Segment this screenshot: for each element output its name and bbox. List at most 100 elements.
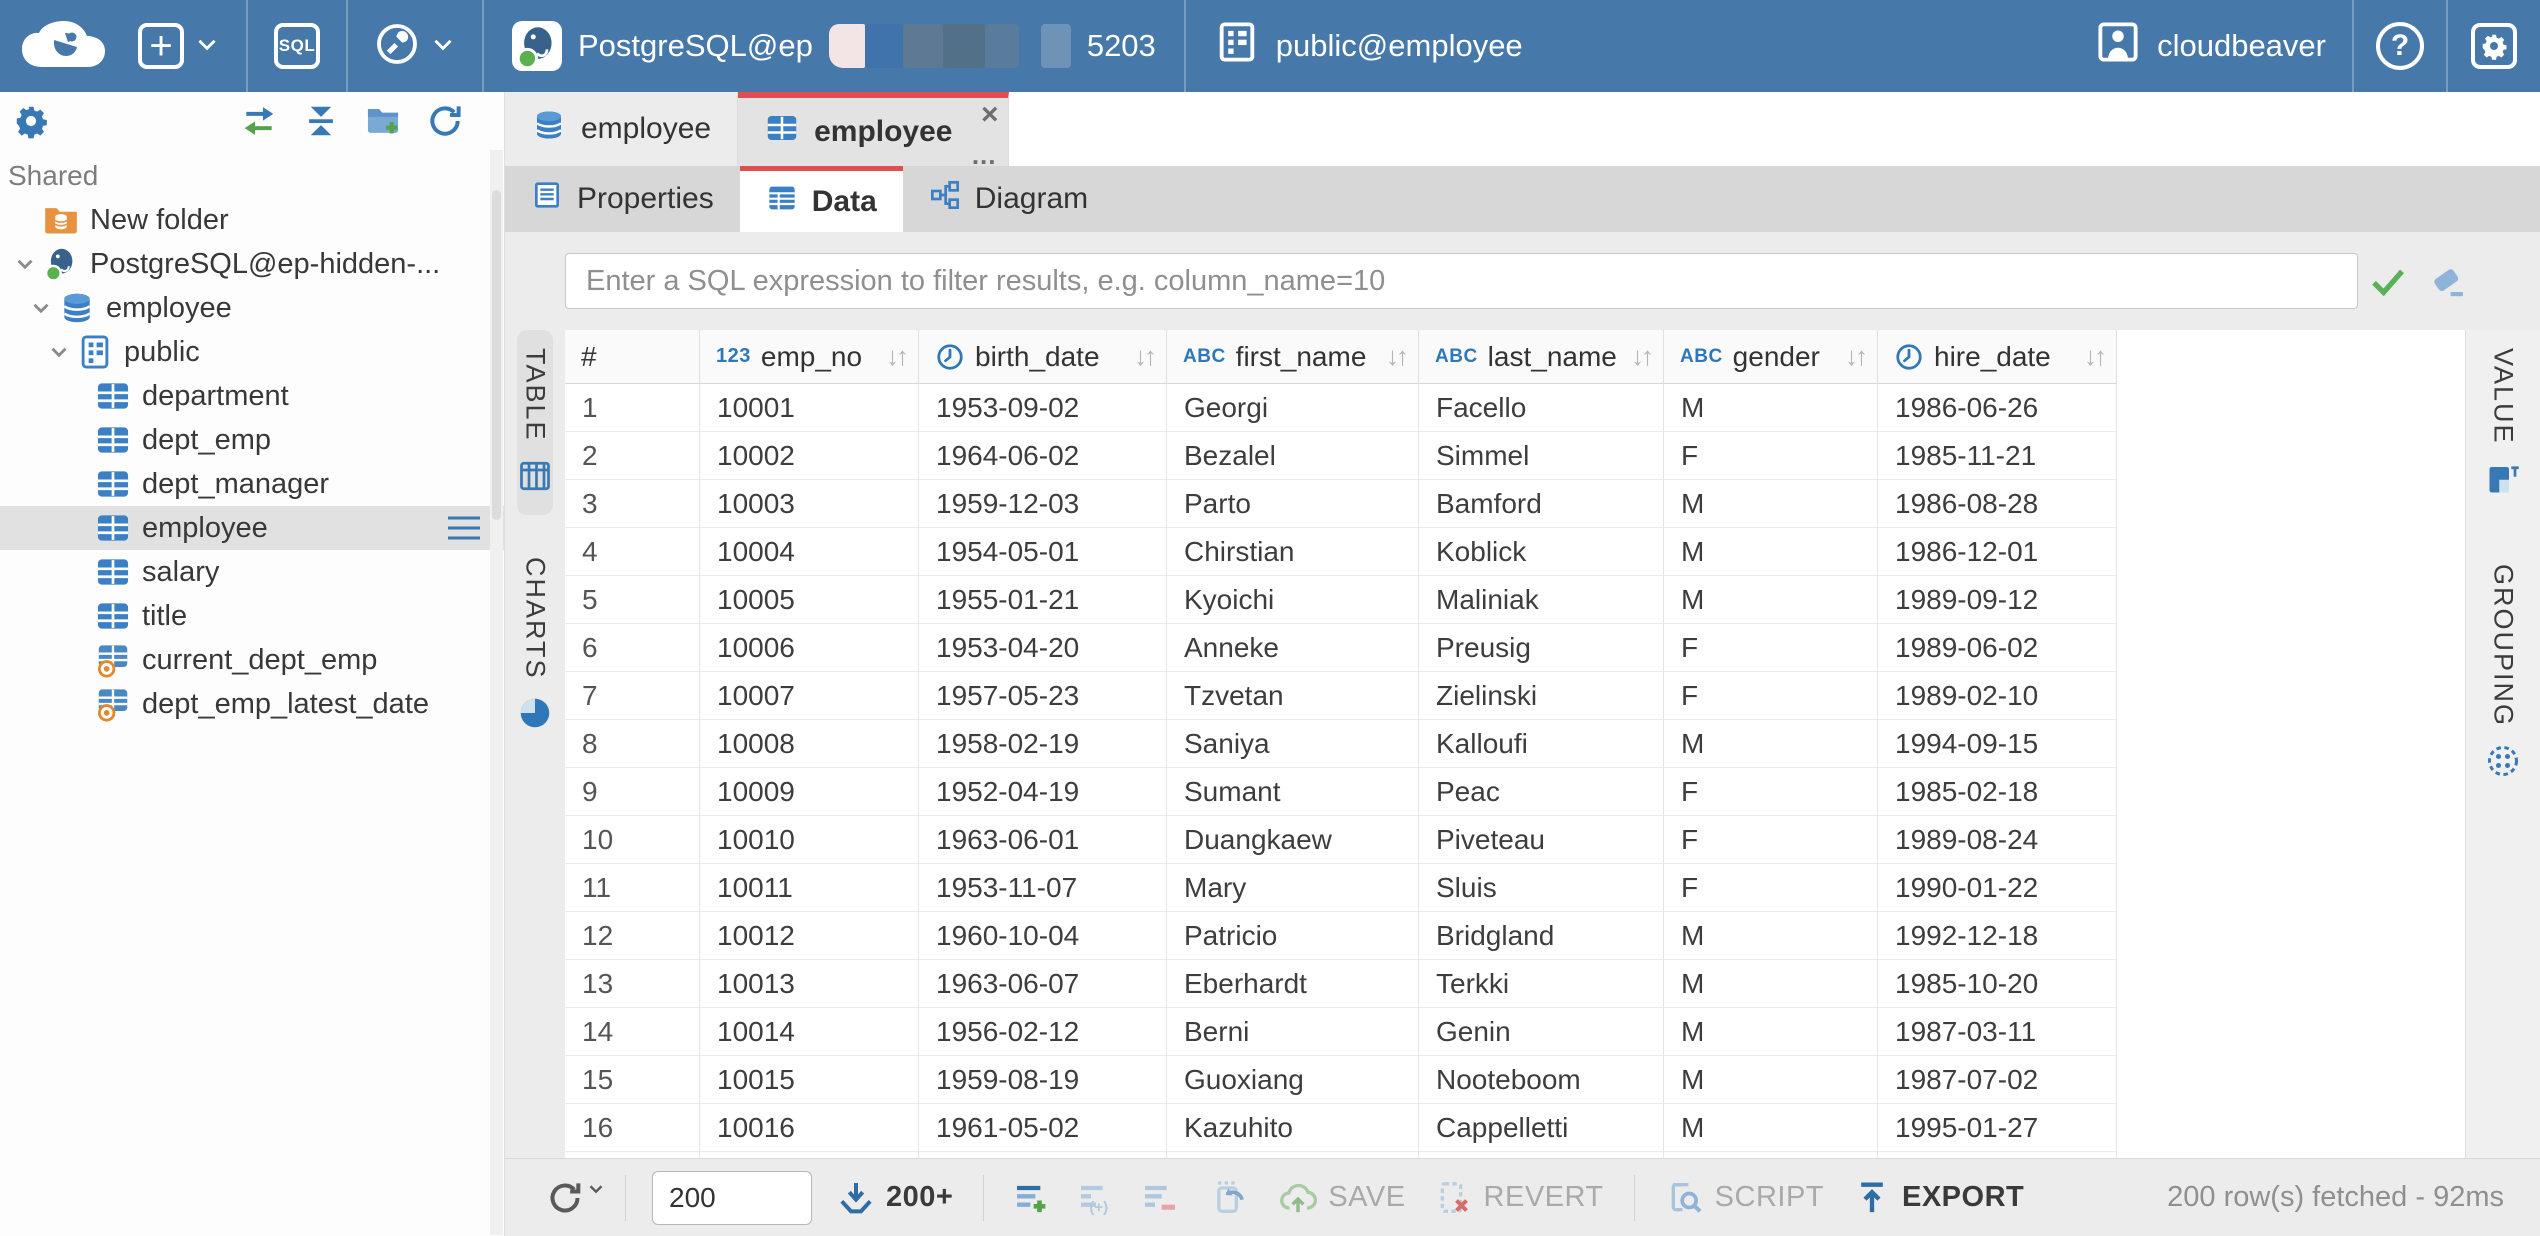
row-number-cell[interactable]: 16 [565,1104,700,1152]
refresh-icon[interactable] [426,102,464,140]
chevron-down-icon[interactable] [24,291,58,325]
data-cell[interactable]: 10001 [700,384,919,432]
row-number-cell[interactable]: 8 [565,720,700,768]
data-cell[interactable]: 1987-07-02 [1878,1056,2117,1104]
delete-row-icon[interactable] [1140,1178,1180,1218]
data-cell[interactable]: Georgi [1167,384,1419,432]
data-cell[interactable]: 1987-03-11 [1878,1008,2117,1056]
data-cell[interactable]: Piveteau [1419,816,1664,864]
data-cell[interactable]: Simmel [1419,432,1664,480]
data-cell[interactable]: Peac [1419,768,1664,816]
data-cell[interactable]: Bamford [1419,480,1664,528]
tab-charts-presentation[interactable]: CHARTS [517,539,553,753]
table-row[interactable]: 1100011953-09-02GeorgiFacelloM1986-06-26 [565,384,2465,432]
tab-diagram[interactable]: Diagram [903,166,1114,232]
tab-table-presentation[interactable]: TABLE [517,330,553,515]
data-cell[interactable]: 1989-02-10 [1878,672,2117,720]
data-cell[interactable]: 1989-09-12 [1878,576,2117,624]
table-row[interactable]: 15100151959-08-19GuoxiangNooteboomM1987-… [565,1056,2465,1104]
tab-employee-database[interactable]: employee [505,92,738,166]
collapse-all-icon[interactable] [302,102,340,140]
data-cell[interactable]: Kalloufi [1419,720,1664,768]
data-cell[interactable]: 1985-11-21 [1878,432,2117,480]
data-cell[interactable]: Zielinski [1419,672,1664,720]
data-cell[interactable]: 10002 [700,432,919,480]
data-cell[interactable]: 10007 [700,672,919,720]
data-cell[interactable]: M [1664,960,1878,1008]
rollback-changes-icon[interactable] [1208,1178,1248,1218]
table-row[interactable]: 12100121960-10-04PatricioBridglandM1992-… [565,912,2465,960]
data-cell[interactable]: Chirstian [1167,528,1419,576]
table-row[interactable]: 14100141956-02-12BerniGeninM1987-03-11 [565,1008,2465,1056]
data-cell[interactable]: M [1664,720,1878,768]
data-cell[interactable]: 10016 [700,1104,919,1152]
row-number-cell[interactable]: 5 [565,576,700,624]
help-button[interactable]: ? [2354,0,2446,92]
data-cell[interactable]: Bridgland [1419,912,1664,960]
row-number-cell[interactable]: 14 [565,1008,700,1056]
data-cell[interactable]: F [1664,864,1878,912]
data-cell[interactable]: 1957-05-23 [919,672,1167,720]
tree-item[interactable]: employee [0,286,504,330]
data-cell[interactable]: 1985-02-18 [1878,768,2117,816]
data-cell[interactable]: M [1664,1056,1878,1104]
fetch-more-button[interactable]: 200+ [836,1178,953,1218]
close-icon[interactable]: × [981,100,999,130]
data-cell[interactable]: Nooteboom [1419,1056,1664,1104]
data-cell[interactable]: 10015 [700,1056,919,1104]
sidebar-scrollbar[interactable] [490,150,503,1235]
table-row[interactable]: 2100021964-06-02BezalelSimmelF1985-11-21 [565,432,2465,480]
data-cell[interactable]: 1986-08-28 [1878,480,2117,528]
row-number-cell[interactable]: 13 [565,960,700,1008]
data-cell[interactable]: 1959-08-19 [919,1056,1167,1104]
table-row[interactable]: 6100061953-04-20AnnekePreusigF1989-06-02 [565,624,2465,672]
data-cell[interactable]: 1985-10-20 [1878,960,2117,1008]
data-cell[interactable]: Preusig [1419,624,1664,672]
driver-tools-button[interactable] [348,0,482,92]
row-number-cell[interactable]: 6 [565,624,700,672]
data-cell[interactable]: 1986-06-26 [1878,384,2117,432]
data-cell[interactable]: 1964-06-02 [919,432,1167,480]
data-cell[interactable]: 10014 [700,1008,919,1056]
data-cell[interactable]: M [1664,1104,1878,1152]
table-row[interactable]: 9100091952-04-19SumantPeacF1985-02-18 [565,768,2465,816]
settings-button[interactable] [2448,0,2540,92]
data-cell[interactable]: 10009 [700,768,919,816]
row-number-cell[interactable]: 4 [565,528,700,576]
data-cell[interactable]: Bezalel [1167,432,1419,480]
data-cell[interactable]: 10013 [700,960,919,1008]
tree-item[interactable]: PostgreSQL@ep-hidden-... [0,242,504,286]
data-cell[interactable]: 10010 [700,816,919,864]
table-row[interactable]: 8100081958-02-19SaniyaKalloufiM1994-09-1… [565,720,2465,768]
data-cell[interactable]: 1994-09-15 [1878,720,2117,768]
row-number-cell[interactable]: 9 [565,768,700,816]
sort-arrows-icon[interactable]: ↓↑ [1134,341,1166,372]
data-cell[interactable]: 1990-01-22 [1878,864,2117,912]
connection-selector[interactable]: PostgreSQL@ep 5203 [484,0,1184,92]
item-menu-icon[interactable] [446,513,482,543]
data-cell[interactable]: Eberhardt [1167,960,1419,1008]
data-cell[interactable]: Koblick [1419,528,1664,576]
chevron-down-icon[interactable] [8,247,42,281]
data-cell[interactable]: 1963-06-07 [919,960,1167,1008]
revert-button[interactable]: REVERT [1434,1178,1604,1218]
data-cell[interactable]: F [1664,816,1878,864]
tab-properties[interactable]: Properties [505,166,740,232]
chevron-down-icon[interactable] [42,335,76,369]
data-cell[interactable]: Tzvetan [1167,672,1419,720]
row-number-cell[interactable]: 7 [565,672,700,720]
column-header-gender[interactable]: ABCgender↓↑ [1664,330,1878,384]
row-number-cell[interactable]: 10 [565,816,700,864]
data-cell[interactable]: F [1664,432,1878,480]
schema-selector[interactable]: public@employee [1186,0,1551,92]
data-cell[interactable]: 10008 [700,720,919,768]
data-cell[interactable]: 10003 [700,480,919,528]
data-cell[interactable]: Parto [1167,480,1419,528]
data-cell[interactable]: 1953-11-07 [919,864,1167,912]
add-row-icon[interactable] [1012,1178,1052,1218]
sql-editor-button[interactable]: SQL [248,0,346,92]
data-cell[interactable]: 1961-05-02 [919,1104,1167,1152]
table-row[interactable]: 16100161961-05-02KazuhitoCappellettiM199… [565,1104,2465,1152]
data-cell[interactable]: Kazuhito [1167,1104,1419,1152]
sync-connection-icon[interactable] [240,102,278,140]
